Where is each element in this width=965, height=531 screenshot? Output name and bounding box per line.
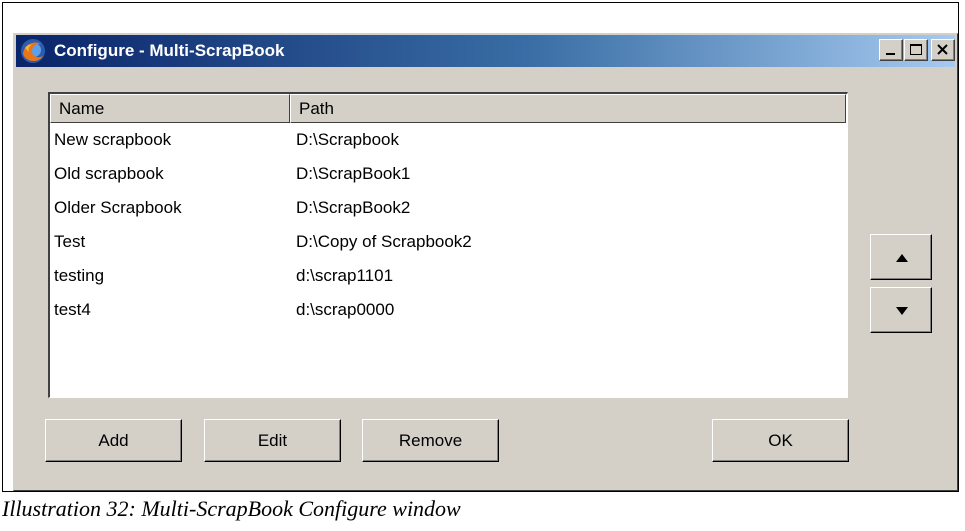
close-icon (937, 44, 948, 55)
row-path: d:\scrap1101 (296, 266, 394, 285)
row-path: D:\Copy of Scrapbook2 (296, 232, 472, 251)
row-name: Old scrapbook (54, 164, 164, 183)
column-header-path[interactable]: Path (290, 94, 846, 123)
row-name: test4 (54, 300, 91, 319)
arrow-down-icon (896, 307, 908, 315)
row-name: New scrapbook (54, 130, 172, 149)
arrow-up-icon (896, 254, 908, 262)
minimize-button[interactable] (879, 39, 903, 61)
maximize-icon (910, 44, 922, 55)
edit-button[interactable]: Edit (204, 419, 341, 462)
row-name: Test (54, 232, 86, 251)
ok-button[interactable]: OK (712, 419, 849, 462)
firefox-icon (21, 39, 45, 63)
configure-dialog: Configure - Multi-ScrapBook Name Path Ne… (13, 33, 958, 491)
remove-button-label: Remove (398, 431, 463, 450)
remove-button[interactable]: Remove (362, 419, 499, 462)
minimize-icon (886, 53, 895, 55)
figure-caption: Illustration 32: Multi-ScrapBook Configu… (2, 496, 461, 521)
row-name: Older Scrapbook (54, 198, 182, 217)
row-path: D:\Scrapbook (296, 130, 399, 149)
move-down-button[interactable] (870, 287, 932, 333)
window-title: Configure - Multi-ScrapBook (54, 41, 285, 60)
row-path: D:\ScrapBook2 (296, 198, 411, 217)
add-button[interactable]: Add (45, 419, 182, 462)
add-button-label: Add (98, 431, 129, 450)
row-path: d:\scrap0000 (296, 300, 395, 319)
maximize-button[interactable] (904, 39, 928, 61)
row-name: testing (54, 266, 105, 285)
title-bar[interactable]: Configure - Multi-ScrapBook (16, 35, 955, 67)
list-item[interactable]: New scrapbook D:\Scrapbook (50, 123, 846, 157)
edit-button-label: Edit (257, 431, 288, 450)
ok-button-label: OK (768, 431, 793, 450)
list-item[interactable]: Old scrapbook D:\ScrapBook1 (50, 157, 846, 191)
close-button[interactable] (931, 39, 955, 61)
list-item[interactable]: test4 d:\scrap0000 (50, 293, 846, 327)
column-header-name[interactable]: Name (50, 94, 290, 123)
list-item[interactable]: testing d:\scrap1101 (50, 259, 846, 293)
list-item[interactable]: Older Scrapbook D:\ScrapBook2 (50, 191, 846, 225)
scrapbook-list[interactable]: Name Path New scrapbook D:\Scrapbook Old… (48, 92, 848, 398)
list-item[interactable]: Test D:\Copy of Scrapbook2 (50, 225, 846, 259)
row-path: D:\ScrapBook1 (296, 164, 411, 183)
move-up-button[interactable] (870, 234, 932, 280)
